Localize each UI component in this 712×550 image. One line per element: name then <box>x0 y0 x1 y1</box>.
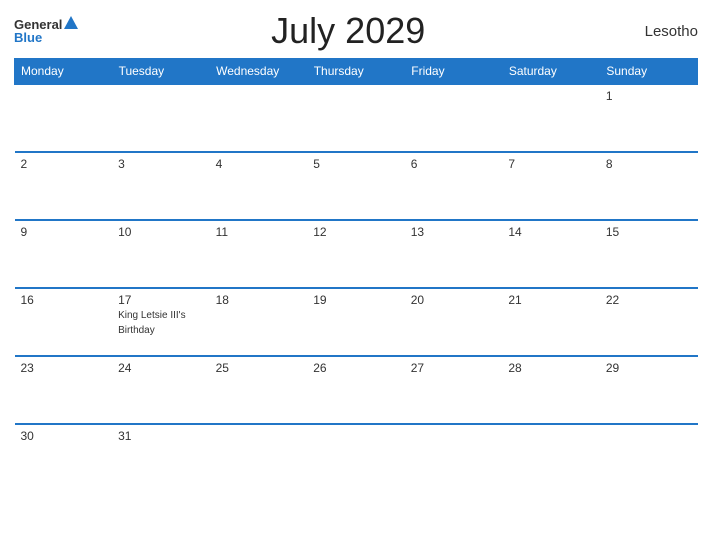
day-number: 5 <box>313 157 399 171</box>
calendar-cell <box>112 84 210 152</box>
day-number: 25 <box>216 361 302 375</box>
calendar-cell: 4 <box>210 152 308 220</box>
calendar-cell: 19 <box>307 288 405 356</box>
day-number: 26 <box>313 361 399 375</box>
calendar-cell: 24 <box>112 356 210 424</box>
day-number: 28 <box>508 361 594 375</box>
day-number: 4 <box>216 157 302 171</box>
calendar-header: General Blue July 2029 Lesotho <box>14 10 698 52</box>
day-number: 7 <box>508 157 594 171</box>
calendar-cell: 20 <box>405 288 503 356</box>
calendar-cell: 10 <box>112 220 210 288</box>
calendar-cell: 30 <box>15 424 113 474</box>
calendar-cell: 18 <box>210 288 308 356</box>
day-number: 19 <box>313 293 399 307</box>
calendar-cell: 8 <box>600 152 698 220</box>
calendar-cell: 12 <box>307 220 405 288</box>
logo: General Blue <box>14 18 78 44</box>
calendar-cell <box>307 424 405 474</box>
calendar-cell <box>502 424 600 474</box>
calendar-cell: 5 <box>307 152 405 220</box>
calendar-cell: 22 <box>600 288 698 356</box>
day-number: 16 <box>21 293 107 307</box>
day-number: 17 <box>118 293 204 307</box>
calendar-week-row: 2345678 <box>15 152 698 220</box>
day-number: 18 <box>216 293 302 307</box>
calendar-cell <box>600 424 698 474</box>
day-number: 11 <box>216 225 302 239</box>
logo-flag-icon <box>64 16 78 29</box>
calendar-cell: 21 <box>502 288 600 356</box>
calendar-cell: 23 <box>15 356 113 424</box>
calendar-cell: 7 <box>502 152 600 220</box>
calendar-cell: 9 <box>15 220 113 288</box>
calendar-cell: 15 <box>600 220 698 288</box>
calendar-week-row: 23 24 25 26 27 28 29 <box>15 356 698 424</box>
day-number: 22 <box>606 293 692 307</box>
calendar-table: MondayTuesdayWednesdayThursdayFridaySatu… <box>14 58 698 474</box>
calendar-week-row: 30 31 <box>15 424 698 474</box>
day-number: 15 <box>606 225 692 239</box>
day-number: 1 <box>606 89 692 103</box>
day-number: 21 <box>508 293 594 307</box>
calendar-cell: 11 <box>210 220 308 288</box>
calendar-cell: 13 <box>405 220 503 288</box>
calendar-cell: 26 <box>307 356 405 424</box>
calendar-week-row: 16 17 King Letsie III's Birthday 18 19 20 21 22 <box>15 288 698 356</box>
calendar-title: July 2029 <box>78 10 618 52</box>
day-number: 13 <box>411 225 497 239</box>
day-number: 3 <box>118 157 204 171</box>
logo-blue-text: Blue <box>14 31 78 44</box>
calendar-cell: 17 King Letsie III's Birthday <box>112 288 210 356</box>
weekday-header-sunday: Sunday <box>600 59 698 85</box>
day-number: 29 <box>606 361 692 375</box>
calendar-cell <box>502 84 600 152</box>
calendar-container: General Blue July 2029 Lesotho MondayTue… <box>0 0 712 550</box>
day-number: 20 <box>411 293 497 307</box>
day-number: 12 <box>313 225 399 239</box>
day-number: 24 <box>118 361 204 375</box>
calendar-cell: 6 <box>405 152 503 220</box>
day-number: 27 <box>411 361 497 375</box>
calendar-cell: 28 <box>502 356 600 424</box>
weekday-header-tuesday: Tuesday <box>112 59 210 85</box>
calendar-cell: 29 <box>600 356 698 424</box>
event-label: King Letsie III's Birthday <box>118 310 186 336</box>
day-number: 10 <box>118 225 204 239</box>
calendar-cell <box>15 84 113 152</box>
calendar-cell: 14 <box>502 220 600 288</box>
weekday-header-thursday: Thursday <box>307 59 405 85</box>
weekday-header-saturday: Saturday <box>502 59 600 85</box>
calendar-cell: 27 <box>405 356 503 424</box>
weekday-header-monday: Monday <box>15 59 113 85</box>
day-number: 2 <box>21 157 107 171</box>
weekday-header-wednesday: Wednesday <box>210 59 308 85</box>
calendar-cell: 25 <box>210 356 308 424</box>
day-number: 30 <box>21 429 107 443</box>
calendar-cell <box>405 424 503 474</box>
day-number: 9 <box>21 225 107 239</box>
calendar-cell: 2 <box>15 152 113 220</box>
day-number: 6 <box>411 157 497 171</box>
weekday-header-friday: Friday <box>405 59 503 85</box>
calendar-cell: 16 <box>15 288 113 356</box>
calendar-week-row: 1 <box>15 84 698 152</box>
calendar-country: Lesotho <box>618 23 698 40</box>
day-number: 8 <box>606 157 692 171</box>
calendar-cell: 1 <box>600 84 698 152</box>
day-number: 31 <box>118 429 204 443</box>
calendar-cell <box>210 424 308 474</box>
weekday-header-row: MondayTuesdayWednesdayThursdayFridaySatu… <box>15 59 698 85</box>
calendar-cell: 3 <box>112 152 210 220</box>
calendar-cell <box>307 84 405 152</box>
calendar-cell <box>210 84 308 152</box>
calendar-cell <box>405 84 503 152</box>
day-number: 14 <box>508 225 594 239</box>
calendar-week-row: 9 10 11 12 13 14 15 <box>15 220 698 288</box>
calendar-cell: 31 <box>112 424 210 474</box>
day-number: 23 <box>21 361 107 375</box>
